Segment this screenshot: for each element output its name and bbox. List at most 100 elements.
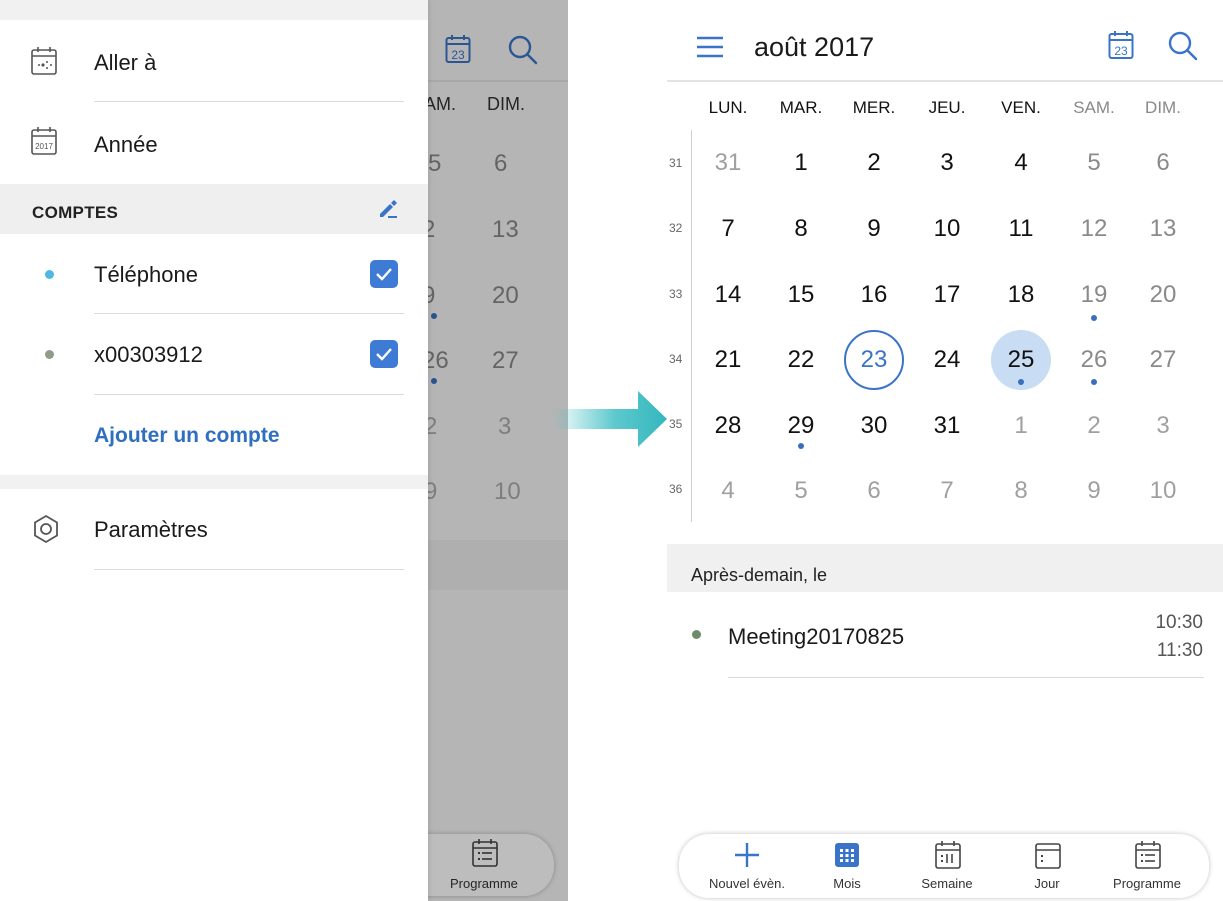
account-checkbox[interactable] bbox=[370, 340, 398, 368]
nav-label: Semaine bbox=[921, 876, 973, 891]
day-cell[interactable]: 11 bbox=[991, 215, 1051, 243]
day-cell[interactable]: 2 bbox=[844, 149, 904, 177]
add-account-link[interactable]: Ajouter un compte bbox=[94, 424, 280, 448]
day-cell[interactable]: 13 bbox=[1133, 215, 1193, 243]
month-title[interactable]: août 2017 bbox=[754, 32, 874, 63]
weekday-header: LUN. bbox=[708, 98, 748, 117]
goto-date-icon bbox=[31, 47, 57, 75]
agenda-icon bbox=[1135, 841, 1161, 869]
day-cell[interactable]: 16 bbox=[844, 281, 904, 309]
day-cell[interactable]: 10 bbox=[917, 215, 977, 243]
day-cell[interactable]: 31 bbox=[698, 149, 758, 177]
day-cell[interactable]: 3 bbox=[1133, 412, 1193, 440]
edit-icon[interactable] bbox=[376, 196, 400, 220]
plus-icon bbox=[735, 843, 759, 867]
week-number: 35 bbox=[669, 417, 683, 431]
account-name: x00303912 bbox=[94, 342, 203, 367]
day-cell[interactable]: 8 bbox=[771, 215, 831, 243]
day-cell[interactable]: 26 bbox=[1064, 346, 1124, 374]
accounts-header: COMPTES bbox=[0, 184, 428, 234]
day-cell[interactable]: 12 bbox=[1064, 215, 1124, 243]
day-cell[interactable]: 24 bbox=[917, 346, 977, 374]
day-cell[interactable]: 5 bbox=[1064, 149, 1124, 177]
nav-label: Nouvel évèn. bbox=[709, 876, 785, 891]
event-color-dot bbox=[692, 630, 701, 639]
day-cell[interactable]: 5 bbox=[771, 477, 831, 505]
menu-item-settings[interactable]: Paramètres bbox=[0, 489, 428, 569]
menu-item-goto[interactable]: Aller à bbox=[0, 22, 428, 102]
event-start-time: 10:30 bbox=[1155, 612, 1203, 633]
day-cell[interactable]: 27 bbox=[1133, 346, 1193, 374]
hamburger-menu-icon[interactable] bbox=[697, 36, 723, 58]
section-band bbox=[0, 475, 428, 489]
app-header: août 2017 23 bbox=[667, 8, 1223, 82]
day-cell[interactable]: 29 bbox=[771, 412, 831, 440]
day-cell[interactable]: 6 bbox=[1133, 149, 1193, 177]
divider bbox=[94, 101, 404, 102]
weekday-header: SAM. bbox=[1073, 98, 1115, 117]
day-cell[interactable]: 19 bbox=[1064, 281, 1124, 309]
day-cell[interactable]: 10 bbox=[1133, 477, 1193, 505]
accounts-header-label: COMPTES bbox=[32, 203, 119, 222]
day-cell[interactable]: 6 bbox=[844, 477, 904, 505]
day-cell[interactable]: 22 bbox=[771, 346, 831, 374]
week-number: 34 bbox=[669, 352, 683, 366]
event-dot bbox=[1091, 379, 1097, 385]
day-cell-selected[interactable]: 25 bbox=[991, 346, 1051, 374]
weekday-header: VEN. bbox=[1001, 98, 1041, 117]
day-cell[interactable]: 18 bbox=[991, 281, 1051, 309]
day-cell[interactable]: 7 bbox=[698, 215, 758, 243]
nav-week[interactable]: Semaine bbox=[897, 836, 997, 898]
day-cell[interactable]: 31 bbox=[917, 412, 977, 440]
day-cell[interactable]: 1 bbox=[771, 149, 831, 177]
nav-new-event[interactable]: Nouvel évèn. bbox=[697, 836, 797, 898]
day-icon bbox=[1035, 843, 1061, 869]
menu-item-label: Aller à bbox=[94, 50, 157, 75]
day-cell[interactable]: 2 bbox=[1064, 412, 1124, 440]
day-cell[interactable]: 14 bbox=[698, 281, 758, 309]
menu-item-year[interactable]: 2017 Année bbox=[0, 104, 428, 184]
week-icon bbox=[935, 841, 961, 869]
weekday-header: DIM. bbox=[1145, 98, 1181, 117]
day-cell[interactable]: 4 bbox=[991, 149, 1051, 177]
event-dot bbox=[1018, 379, 1024, 385]
nav-label: Mois bbox=[833, 876, 861, 891]
left-screen: 23 AM. DIM. 5 6 2 13 9 20 26 27 2 3 9 10 bbox=[0, 0, 568, 901]
account-name: Téléphone bbox=[94, 262, 198, 287]
event-title: Meeting20170825 bbox=[728, 624, 905, 649]
account-phone[interactable]: Téléphone bbox=[0, 234, 428, 314]
agenda-title: Après-demain, le bbox=[691, 565, 828, 585]
account-color-dot bbox=[45, 270, 54, 279]
today-icon[interactable]: 23 bbox=[1108, 30, 1134, 60]
menu-item-label: Année bbox=[94, 132, 158, 157]
nav-day[interactable]: Jour bbox=[997, 836, 1097, 898]
search-icon[interactable] bbox=[1167, 30, 1199, 62]
day-cell[interactable]: 8 bbox=[991, 477, 1051, 505]
day-cell[interactable]: 20 bbox=[1133, 281, 1193, 309]
account-x00303912[interactable]: x00303912 bbox=[0, 314, 428, 394]
event-end-time: 11:30 bbox=[1156, 640, 1203, 661]
day-cell[interactable]: 7 bbox=[917, 477, 977, 505]
day-cell[interactable]: 4 bbox=[698, 477, 758, 505]
day-cell[interactable]: 1 bbox=[991, 412, 1051, 440]
day-cell[interactable]: 3 bbox=[917, 149, 977, 177]
transition-arrow-icon bbox=[552, 391, 667, 447]
nav-agenda[interactable]: Programme bbox=[1097, 836, 1197, 898]
divider bbox=[94, 569, 404, 570]
day-cell[interactable]: 15 bbox=[771, 281, 831, 309]
month-icon bbox=[835, 843, 859, 867]
divider bbox=[728, 677, 1204, 678]
day-cell[interactable]: 28 bbox=[698, 412, 758, 440]
menu-item-label: Paramètres bbox=[94, 517, 208, 542]
week-number: 32 bbox=[669, 221, 683, 235]
day-cell[interactable]: 9 bbox=[844, 215, 904, 243]
account-checkbox[interactable] bbox=[370, 260, 398, 288]
day-cell[interactable]: 17 bbox=[917, 281, 977, 309]
day-cell[interactable]: 9 bbox=[1064, 477, 1124, 505]
day-cell[interactable]: 30 bbox=[844, 412, 904, 440]
nav-month[interactable]: Mois bbox=[797, 836, 897, 898]
day-cell-today[interactable]: 23 bbox=[844, 346, 904, 374]
day-cell[interactable]: 21 bbox=[698, 346, 758, 374]
year-icon: 2017 bbox=[31, 127, 57, 155]
drawer-scrim[interactable] bbox=[428, 0, 568, 901]
